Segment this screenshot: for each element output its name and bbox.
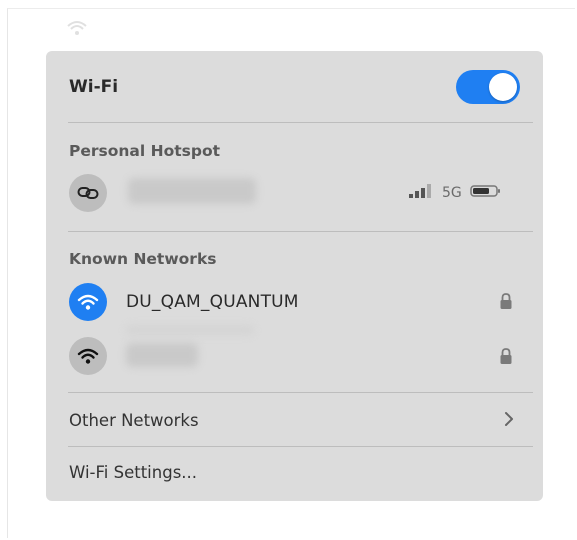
network-type-label: 5G	[442, 185, 462, 201]
other-networks-label: Other Networks	[69, 411, 199, 430]
wifi-toggle[interactable]	[456, 70, 520, 104]
divider	[68, 392, 533, 393]
chevron-right-icon	[504, 411, 514, 431]
wifi-settings-label: Wi-Fi Settings...	[69, 463, 198, 482]
divider	[68, 231, 533, 232]
other-networks-item[interactable]: Other Networks	[46, 401, 543, 445]
divider	[68, 122, 533, 123]
network-name-redacted-top	[126, 325, 254, 335]
hotspot-status: 5G	[408, 183, 502, 203]
lock-icon	[499, 292, 513, 314]
divider	[68, 446, 533, 447]
network-name: DU_QAM_QUANTUM	[126, 292, 299, 312]
battery-icon	[470, 184, 502, 202]
network-name-redacted	[126, 343, 198, 367]
toggle-knob	[489, 73, 517, 101]
link-icon	[69, 174, 107, 212]
hotspot-name-redacted	[128, 178, 256, 204]
wifi-menubar-icon	[66, 20, 88, 40]
personal-hotspot-label: Personal Hotspot	[69, 142, 221, 160]
wifi-title: Wi-Fi	[69, 77, 119, 97]
wifi-icon	[69, 337, 107, 375]
network-item-du-qam-quantum[interactable]: DU_QAM_QUANTUM	[46, 279, 543, 325]
wifi-menu-panel: Wi-Fi Personal Hotspot 5G Known Networks…	[46, 51, 543, 501]
lock-icon	[499, 347, 513, 369]
known-networks-label: Known Networks	[69, 250, 217, 268]
wifi-icon	[69, 283, 107, 321]
network-item-redacted[interactable]	[46, 325, 543, 379]
signal-bars-icon	[408, 183, 434, 203]
wifi-settings-item[interactable]: Wi-Fi Settings...	[46, 453, 543, 495]
